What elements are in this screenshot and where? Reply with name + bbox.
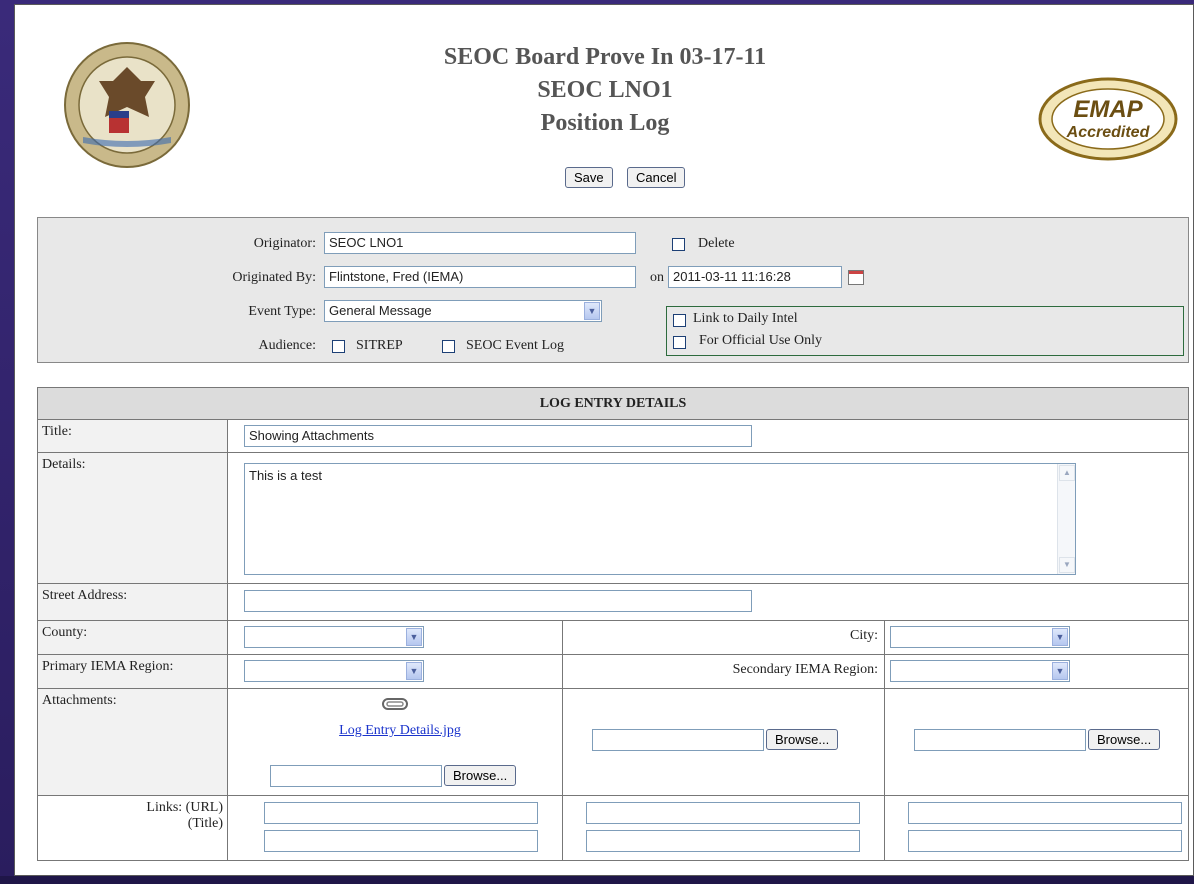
originator-input[interactable]: SEOC LNO1: [324, 232, 636, 254]
link-url-input-2[interactable]: [586, 802, 860, 824]
county-select[interactable]: ▼: [244, 626, 424, 648]
divider: [562, 655, 563, 688]
position-name: SEOC LNO1: [537, 77, 673, 103]
details-row: Details: This is a test ▲ ▼: [38, 453, 1188, 584]
street-address-label: Street Address:: [38, 584, 228, 620]
divider: [884, 621, 885, 654]
title-label: Title:: [38, 420, 228, 452]
details-textarea[interactable]: This is a test ▲ ▼: [244, 463, 1076, 575]
link-daily-intel-checkbox[interactable]: [673, 314, 686, 327]
title-input[interactable]: Showing Attachments: [244, 425, 752, 447]
chevron-down-icon: ▼: [1052, 662, 1068, 680]
links-label-cell: Links: (URL) (Title): [38, 796, 228, 860]
links-url-label: Links: (URL): [146, 800, 223, 815]
fouo-checkbox[interactable]: [673, 336, 686, 349]
originated-by-input[interactable]: Flintstone, Fred (IEMA): [324, 266, 636, 288]
secondary-region-select[interactable]: ▼: [890, 660, 1070, 682]
link-title-input-2[interactable]: [586, 830, 860, 852]
save-button[interactable]: Save: [565, 167, 613, 188]
slide-bottom-bar: [0, 876, 1194, 884]
originated-by-label: Originated By:: [232, 270, 316, 285]
divider: [884, 655, 885, 688]
link-title-input-1[interactable]: [264, 830, 538, 852]
county-city-row: County: ▼ City: ▼: [38, 621, 1188, 655]
details-label: Details:: [38, 453, 228, 583]
city-select[interactable]: ▼: [890, 626, 1070, 648]
links-row: Links: (URL) (Title): [38, 796, 1188, 860]
datetime-input[interactable]: 2011-03-11 11:16:28: [668, 266, 842, 288]
delete-checkbox[interactable]: [672, 238, 685, 251]
emap-accredited-logo: EMAP Accredited: [1038, 77, 1178, 161]
event-type-select[interactable]: General Message ▼: [324, 300, 602, 322]
cancel-button[interactable]: Cancel: [627, 167, 686, 188]
attachments-label: Attachments:: [38, 689, 228, 795]
audience-label: Audience:: [258, 338, 316, 353]
position-log-page: SEOC Board Prove In 03-17-11 SEOC LNO1 P…: [14, 4, 1194, 876]
on-label: on: [650, 270, 664, 285]
browse-button-2[interactable]: Browse...: [766, 729, 839, 750]
chevron-down-icon: ▼: [406, 628, 422, 646]
link-url-input-3[interactable]: [908, 802, 1182, 824]
flags-box: Link to Daily Intel For Official Use Onl…: [666, 306, 1184, 356]
calendar-icon[interactable]: [848, 270, 864, 285]
fouo-label: For Official Use Only: [699, 333, 822, 348]
browse-button-1[interactable]: Browse...: [444, 765, 517, 786]
attachment-link[interactable]: Log Entry Details.jpg: [339, 723, 461, 738]
city-label: City:: [849, 628, 878, 643]
seoc-event-log-checkbox[interactable]: [442, 340, 455, 353]
divider: [562, 621, 563, 654]
seoc-event-log-label: SEOC Event Log: [466, 338, 564, 353]
primary-region-select[interactable]: ▼: [244, 660, 424, 682]
street-address-row: Street Address:: [38, 584, 1188, 621]
region-row: Primary IEMA Region: ▼ Secondary IEMA Re…: [38, 655, 1188, 689]
paperclip-icon: [382, 698, 408, 710]
illinois-seal-logo: [64, 42, 190, 168]
browse-button-3[interactable]: Browse...: [1088, 729, 1161, 750]
sitrep-checkbox[interactable]: [332, 340, 345, 353]
link-title-input-3[interactable]: [908, 830, 1182, 852]
event-type-label: Event Type:: [248, 304, 316, 319]
log-type-title: Position Log: [540, 110, 670, 136]
links-title-label: (Title): [187, 816, 223, 831]
event-type-value: General Message: [329, 303, 432, 318]
chevron-down-icon: ▼: [1052, 628, 1068, 646]
attachment-file-input-1[interactable]: [270, 765, 442, 787]
chevron-down-icon: ▼: [406, 662, 422, 680]
divider: [562, 689, 563, 795]
board-title: SEOC Board Prove In 03-17-11: [443, 44, 767, 70]
details-scrollbar[interactable]: ▲ ▼: [1057, 464, 1075, 574]
primary-region-label: Primary IEMA Region:: [38, 655, 228, 688]
sitrep-label: SITREP: [356, 338, 403, 353]
attachment-link-wrap: Log Entry Details.jpg: [238, 723, 562, 739]
secondary-region-label: Secondary IEMA Region:: [732, 662, 878, 677]
chevron-down-icon: ▼: [584, 302, 600, 320]
title-row: Title: Showing Attachments: [38, 420, 1188, 453]
attachments-row: Attachments: Log Entry Details.jpg Brows…: [38, 689, 1188, 796]
originator-panel: Originator: SEOC LNO1 Delete Originated …: [37, 217, 1189, 363]
attachment-file-input-2[interactable]: [592, 729, 764, 751]
scroll-up-icon[interactable]: ▲: [1059, 465, 1075, 481]
svg-text:EMAP: EMAP: [1073, 96, 1143, 123]
svg-text:Accredited: Accredited: [1066, 124, 1151, 141]
divider: [884, 796, 885, 860]
delete-label: Delete: [698, 236, 735, 251]
county-label: County:: [38, 621, 228, 654]
link-url-input-1[interactable]: [264, 802, 538, 824]
divider: [562, 796, 563, 860]
originator-label: Originator:: [253, 236, 316, 251]
log-entry-details-table: LOG ENTRY DETAILS Title: Showing Attachm…: [37, 387, 1189, 861]
page-title-block: SEOC Board Prove In 03-17-11 SEOC LNO1 P…: [355, 41, 855, 140]
details-text: This is a test: [249, 468, 322, 483]
attachment-file-input-3[interactable]: [914, 729, 1086, 751]
divider: [884, 689, 885, 795]
scroll-down-icon[interactable]: ▼: [1059, 557, 1075, 573]
log-entry-details-heading: LOG ENTRY DETAILS: [38, 388, 1188, 420]
street-address-input[interactable]: [244, 590, 752, 612]
link-daily-intel-label: Link to Daily Intel: [693, 311, 798, 326]
